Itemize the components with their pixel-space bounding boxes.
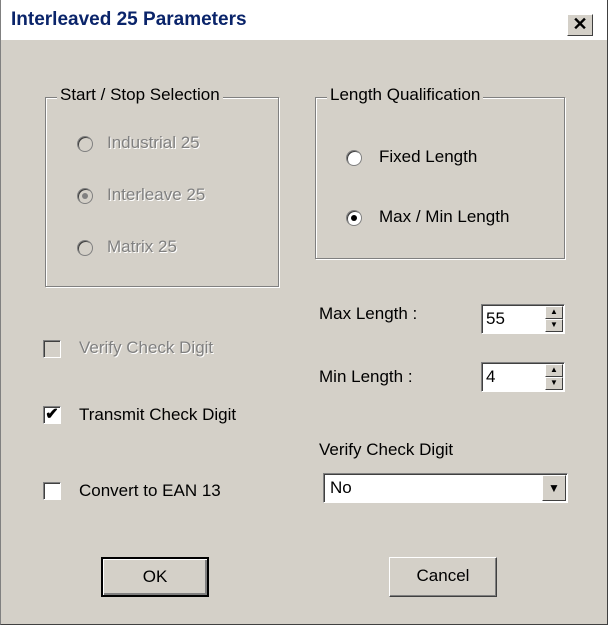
checkmark-icon: ✔: [45, 406, 59, 423]
radio-matrix-25-label: Matrix 25: [107, 237, 177, 256]
cancel-button[interactable]: Cancel: [389, 557, 497, 597]
min-length-label: Min Length :: [319, 367, 413, 386]
transmit-check-digit-label: Transmit Check Digit: [79, 405, 237, 424]
radio-selected-dot: [351, 215, 357, 221]
max-length-up-button[interactable]: ▲: [545, 306, 563, 319]
close-icon: ✕: [572, 14, 588, 34]
radio-fixed-length-label: Fixed Length: [379, 147, 478, 166]
max-length-down-button[interactable]: ▼: [545, 319, 563, 332]
radio-industrial-25[interactable]: [77, 136, 93, 152]
convert-ean13-label: Convert to EAN 13: [79, 481, 221, 500]
arrow-down-icon: ▼: [550, 320, 558, 329]
verify-check-digit-checkbox[interactable]: [43, 340, 61, 358]
max-length-label: Max Length :: [319, 304, 418, 323]
min-length-spinner[interactable]: 4 ▲ ▼: [481, 362, 565, 392]
radio-interleave-25-label: Interleave 25: [107, 185, 206, 204]
arrow-up-icon: ▲: [550, 307, 558, 316]
verify-check-digit-select-label: Verify Check Digit: [319, 440, 454, 459]
length-qualification-group: [315, 97, 565, 259]
dropdown-button[interactable]: ▼: [542, 475, 566, 501]
close-button[interactable]: ✕: [567, 14, 593, 36]
window-title: Interleaved 25 Parameters: [11, 9, 247, 30]
dialog-window: Interleaved 25 Parameters ✕ Start / Stop…: [0, 0, 608, 625]
radio-interleave-25[interactable]: [77, 188, 93, 204]
min-length-down-button[interactable]: ▼: [545, 377, 563, 390]
radio-selected-dot: [82, 193, 88, 199]
arrow-up-icon: ▲: [550, 365, 558, 374]
ok-button[interactable]: OK: [101, 557, 209, 597]
min-length-up-button[interactable]: ▲: [545, 364, 563, 377]
max-length-spinner[interactable]: 55 ▲ ▼: [481, 304, 565, 334]
title-bar: Interleaved 25 Parameters ✕: [1, 0, 607, 40]
verify-check-digit-select[interactable]: No ▼: [323, 473, 568, 503]
radio-max-min-length-label: Max / Min Length: [379, 207, 510, 226]
verify-check-digit-select-value: No: [330, 478, 352, 497]
radio-industrial-25-label: Industrial 25: [107, 133, 200, 152]
transmit-check-digit-checkbox[interactable]: ✔: [43, 406, 61, 424]
min-length-value: 4: [486, 367, 496, 386]
radio-max-min-length[interactable]: [346, 210, 362, 226]
arrow-down-icon: ▼: [550, 378, 558, 387]
convert-ean13-checkbox[interactable]: [43, 482, 61, 500]
length-qualification-legend: Length Qualification: [327, 85, 484, 105]
verify-check-digit-checkbox-label: Verify Check Digit: [79, 338, 214, 357]
start-stop-legend: Start / Stop Selection: [57, 85, 223, 105]
radio-matrix-25[interactable]: [77, 240, 93, 256]
max-length-value: 55: [486, 309, 505, 328]
radio-fixed-length[interactable]: [346, 150, 362, 166]
chevron-down-icon: ▼: [548, 481, 560, 495]
